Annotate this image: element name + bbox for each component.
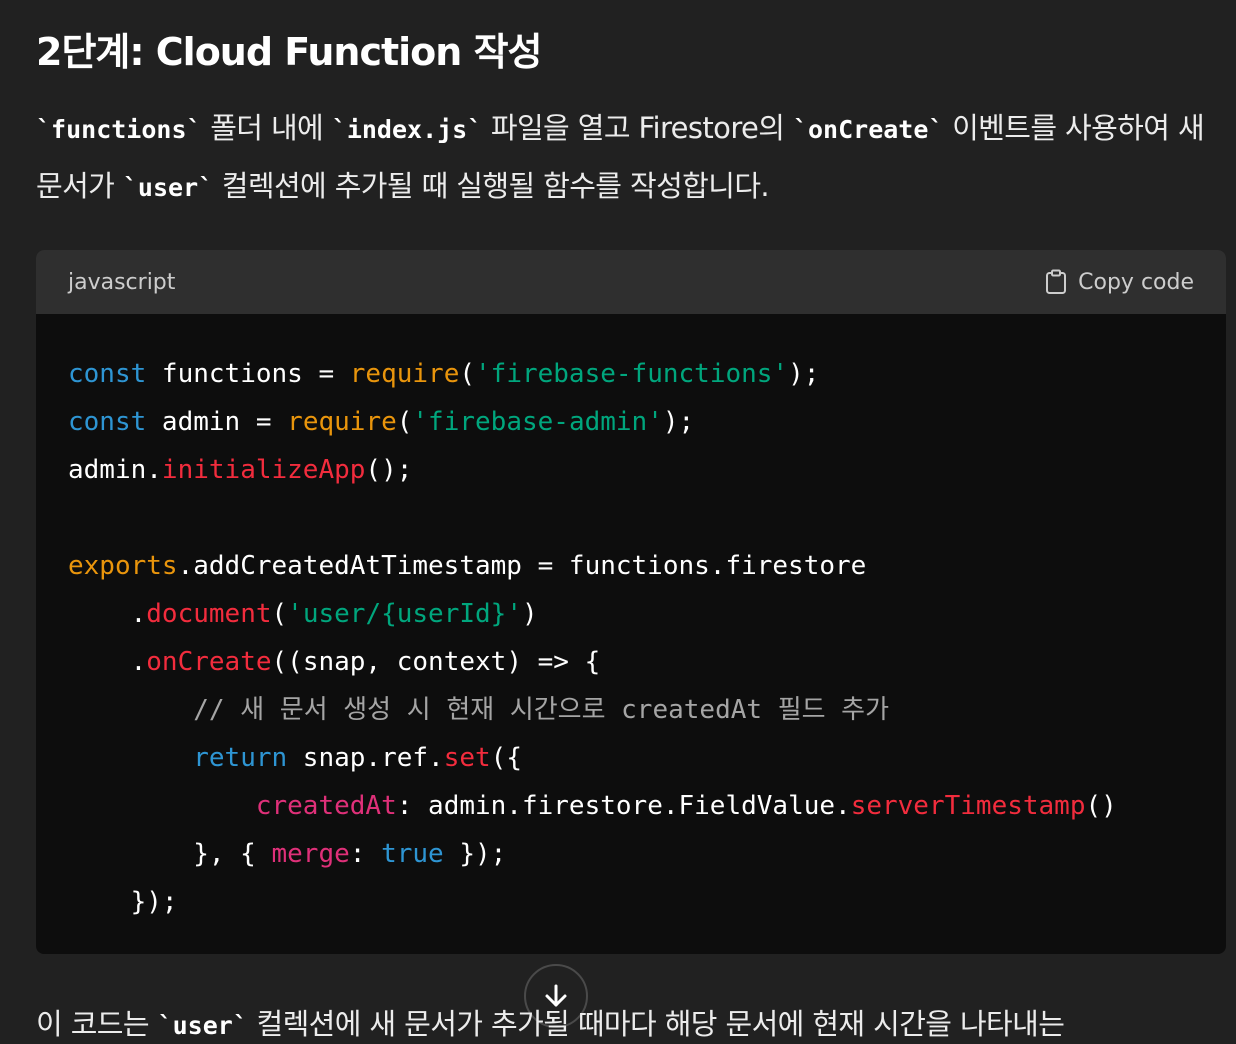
code-token: : bbox=[349, 839, 382, 869]
clipboard-icon bbox=[1044, 269, 1068, 295]
code-token: }); bbox=[443, 839, 507, 869]
code-token: .addCreatedAtTimestamp = functions.fires… bbox=[177, 551, 867, 581]
code-token: require bbox=[349, 359, 460, 389]
code-token: exports bbox=[68, 551, 178, 581]
code-token: return bbox=[193, 743, 288, 773]
code-token: }); bbox=[68, 887, 178, 917]
code-block: javascript Copy code const functions = r… bbox=[36, 250, 1226, 954]
step-heading: 2단계: Cloud Function 작성 bbox=[36, 30, 542, 74]
code-token: merge bbox=[271, 839, 350, 869]
code-line: .onCreate((snap, context) => { bbox=[68, 638, 1194, 686]
inline-code-user-outro: `user` bbox=[157, 1011, 248, 1040]
code-line: exports.addCreatedAtTimestamp = function… bbox=[68, 542, 1194, 590]
code-token: admin. bbox=[68, 455, 162, 485]
inline-code-index-js: `index.js` bbox=[331, 115, 483, 144]
intro-text-4: 컬렉션에 추가될 때 실행될 함수를 작성합니다. bbox=[213, 169, 770, 203]
code-line: const functions = require('firebase-func… bbox=[68, 350, 1194, 398]
code-token: ( bbox=[271, 599, 288, 629]
code-token: () bbox=[1085, 791, 1117, 821]
code-token: set bbox=[443, 743, 491, 773]
code-token: . bbox=[68, 599, 147, 629]
code-block-header: javascript Copy code bbox=[36, 250, 1226, 314]
code-line: admin.initializeApp(); bbox=[68, 446, 1194, 494]
code-language-label: javascript bbox=[68, 269, 176, 295]
inline-code-oncreate: `onCreate` bbox=[792, 115, 944, 144]
chat-message-page: 2단계: Cloud Function 작성 `functions` 폴더 내에… bbox=[0, 0, 1236, 1044]
copy-code-label: Copy code bbox=[1078, 269, 1194, 295]
code-token: admin = bbox=[146, 407, 288, 437]
code-token: ); bbox=[662, 407, 695, 437]
code-token: true bbox=[381, 839, 444, 869]
code-token: ( bbox=[396, 407, 413, 437]
intro-paragraph: `functions` 폴더 내에 `index.js` 파일을 열고 Fire… bbox=[36, 100, 1226, 216]
outro-paragraph: 이 코드는 `user` 컬렉션에 새 문서가 추가될 때마다 해당 문서에 현… bbox=[36, 996, 1226, 1044]
code-token: onCreate bbox=[146, 647, 272, 677]
code-token: ((snap, context) => { bbox=[271, 647, 601, 677]
code-token: 'firebase-admin' bbox=[412, 407, 663, 437]
code-token: const bbox=[68, 359, 147, 389]
code-token: document bbox=[146, 599, 272, 629]
code-token: }, { bbox=[68, 839, 272, 869]
intro-text-2: 파일을 열고 Firestore의 bbox=[482, 111, 793, 145]
code-token: ({ bbox=[490, 743, 522, 773]
code-token: snap.ref. bbox=[287, 743, 444, 773]
code-token: ( bbox=[459, 359, 476, 389]
code-line: // 새 문서 생성 시 현재 시간으로 createdAt 필드 추가 bbox=[68, 686, 1194, 734]
code-content: const functions = require('firebase-func… bbox=[36, 314, 1226, 926]
code-line: return snap.ref.set({ bbox=[68, 734, 1194, 782]
code-token: serverTimestamp bbox=[850, 791, 1086, 821]
code-line: const admin = require('firebase-admin'); bbox=[68, 398, 1194, 446]
code-token: const bbox=[68, 407, 147, 437]
outro-text-2: 컬렉션에 새 문서가 추가될 때마다 해당 문서에 현재 시간을 나타내는 bbox=[247, 1007, 1065, 1041]
code-token: 'firebase-functions' bbox=[475, 359, 789, 389]
inline-code-functions: `functions` bbox=[36, 115, 202, 144]
inline-code-user: `user` bbox=[122, 173, 214, 202]
code-token: (); bbox=[365, 455, 413, 485]
outro-text-1: 이 코드는 bbox=[36, 1007, 158, 1041]
code-token: : admin.firestore.FieldValue. bbox=[396, 791, 851, 821]
code-token: . bbox=[68, 647, 147, 677]
code-token: createdAt bbox=[255, 791, 397, 821]
code-token: initializeApp bbox=[161, 455, 366, 485]
code-line: }, { merge: true }); bbox=[68, 830, 1194, 878]
code-token: require bbox=[287, 407, 397, 437]
code-line: .document('user/{userId}') bbox=[68, 590, 1194, 638]
code-token: ) bbox=[521, 599, 538, 629]
code-line: }); bbox=[68, 878, 1194, 926]
code-line: createdAt: admin.firestore.FieldValue.se… bbox=[68, 782, 1194, 830]
code-token: ); bbox=[788, 359, 820, 389]
code-token: // 새 문서 생성 시 현재 시간으로 createdAt 필드 추가 bbox=[193, 695, 890, 725]
code-token: 'user/{userId}' bbox=[287, 599, 522, 629]
intro-text-1: 폴더 내에 bbox=[201, 111, 332, 145]
copy-code-button[interactable]: Copy code bbox=[1044, 269, 1194, 295]
code-token: functions = bbox=[146, 359, 350, 389]
